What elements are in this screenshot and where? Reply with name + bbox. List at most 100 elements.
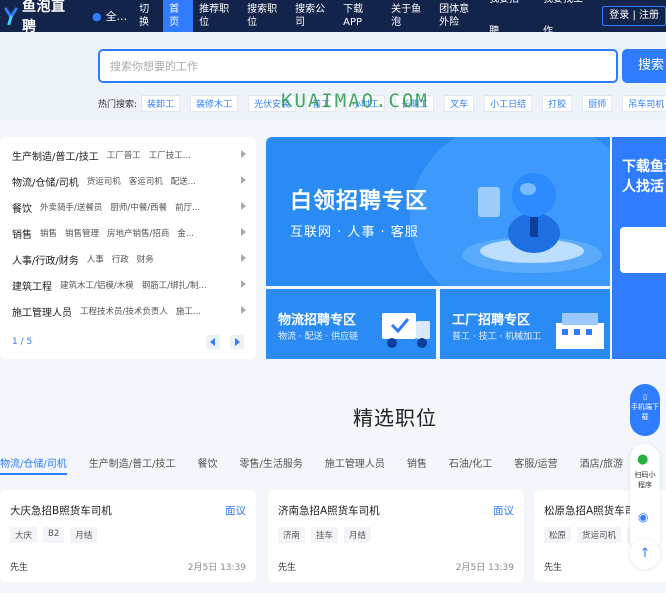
location-pin-icon: ● — [92, 9, 102, 23]
category-panel: 生产制造/普工/技工 工厂普工 工厂技工... 物流/仓储/司机 货运司机 客运… — [0, 137, 256, 359]
category-pager: 1 / 5 — [12, 337, 33, 347]
category-row[interactable]: 物流/仓储/司机 货运司机 客运司机 配送... — [12, 173, 248, 189]
tab-construction-mgmt[interactable]: 施工管理人员 — [325, 455, 385, 475]
tab-petrochemical[interactable]: 石油/化工 — [449, 455, 492, 475]
banner-big-title: 白领招聘专区 — [290, 189, 429, 214]
search-box — [98, 49, 618, 83]
category-sub[interactable]: 财务 — [137, 253, 154, 265]
phone-icon: ▯ — [643, 393, 647, 401]
category-sub[interactable]: 外卖骑手/送餐员 — [40, 201, 102, 213]
job-title: 大庆急招B照货车司机 — [10, 505, 112, 517]
hot-tag[interactable]: 吊车司机 — [622, 95, 666, 112]
tab-retail[interactable]: 零售/生活服务 — [240, 455, 303, 475]
banner-factory-title: 工厂招聘专区 — [452, 313, 531, 328]
nav-recommended-jobs[interactable]: 推荐职位 — [193, 0, 241, 32]
hot-tag[interactable]: 小工日结 — [484, 95, 533, 112]
nav-search-jobs[interactable]: 搜索职位 — [241, 0, 289, 32]
chevron-left-icon — [210, 338, 215, 346]
back-to-top-button[interactable]: ↑ — [630, 539, 660, 569]
category-main: 生产制造/普工/技工 — [12, 151, 99, 163]
category-sub[interactable]: 货运司机 — [87, 175, 121, 187]
chevron-right-icon — [241, 254, 246, 262]
mini-program-panel[interactable]: ● 扫码小程序 ◉ — [630, 444, 660, 554]
hot-tag[interactable]: 打胶 — [542, 95, 573, 112]
category-row[interactable]: 人事/行政/财务 人事 行政 财务 — [12, 251, 248, 267]
tab-sales[interactable]: 销售 — [407, 455, 427, 475]
category-sub[interactable]: 前厅... — [175, 201, 200, 213]
chevron-right-icon — [241, 280, 246, 288]
category-sub[interactable]: 客运司机 — [129, 175, 163, 187]
next-page-button[interactable] — [230, 335, 244, 349]
category-sub[interactable]: 厨师/中餐/西餐 — [110, 201, 167, 213]
category-main: 施工管理人员 — [12, 307, 72, 319]
nav-home[interactable]: 首页 — [163, 0, 194, 32]
category-sub[interactable]: 人事 — [87, 253, 104, 265]
category-sub[interactable]: 工厂技工... — [149, 149, 191, 161]
job-tag: 月结 — [70, 527, 98, 543]
category-row[interactable]: 销售 销售 销售管理 房地产销售/招商 金... — [12, 225, 248, 241]
banner-big-subtitle: 互联网 · 人事 · 客服 — [290, 225, 419, 240]
city-selector[interactable]: ● 全... — [92, 8, 127, 24]
hot-tag[interactable]: 厨师 — [582, 95, 613, 112]
customer-service-icon[interactable]: ◉ — [638, 510, 648, 524]
hot-searches-label: 热门搜索: — [98, 100, 138, 110]
category-sub[interactable]: 钢筋工/绑扎/制... — [142, 279, 207, 291]
nav-search-companies[interactable]: 搜索公司 — [289, 0, 337, 32]
job-category-tabs: 物流/仓储/司机 生产制造/普工/技工 餐饮 零售/生活服务 施工管理人员 销售… — [0, 455, 666, 475]
hot-tag[interactable]: 装卸工 — [141, 95, 181, 112]
logo[interactable]: 鱼泡直聘 — [0, 0, 78, 35]
job-tag: 货运司机 — [577, 527, 622, 543]
category-sub[interactable]: 金... — [177, 227, 194, 239]
section-title: 精选职位 — [353, 406, 437, 430]
logo-icon — [4, 7, 18, 25]
category-row[interactable]: 餐饮 外卖骑手/送餐员 厨师/中餐/西餐 前厅... — [12, 199, 248, 215]
banner-white-collar[interactable]: 白领招聘专区 互联网 · 人事 · 客服 — [266, 137, 610, 286]
city-label: 全... — [105, 10, 128, 23]
category-row[interactable]: 生产制造/普工/技工 工厂普工 工厂技工... — [12, 147, 248, 163]
category-row[interactable]: 施工管理人员 工程技术员/技术负责人 施工... — [12, 303, 248, 319]
category-sub[interactable]: 房地产销售/招商 — [107, 227, 169, 239]
nav-about[interactable]: 关于鱼泡 — [385, 0, 433, 32]
search-button[interactable]: 搜索 — [622, 49, 666, 83]
job-poster: 先生 — [278, 563, 297, 573]
category-sub[interactable]: 建筑木工/铝模/木模 — [60, 279, 134, 291]
category-sub[interactable]: 工程技术员/技术负责人 — [80, 305, 168, 317]
banner-logistics[interactable]: 物流招聘专区 物流 · 配送 · 供应链 — [266, 289, 436, 359]
banner-download[interactable]: 下载鱼泡 招人找活 — [612, 137, 666, 359]
tab-hotel-travel[interactable]: 酒店/旅游 — [580, 455, 623, 475]
search-input[interactable] — [100, 51, 616, 81]
nav-switch-city[interactable]: 切换 — [133, 0, 163, 32]
chevron-right-icon — [241, 202, 246, 210]
job-card[interactable]: 大庆急招B照货车司机 面议 大庆 B2 月结 先生 2月5日 13:39 — [0, 490, 256, 582]
category-main: 物流/仓储/司机 — [12, 177, 79, 189]
banner-download-title: 下载鱼泡 招人找活 — [622, 159, 666, 195]
hot-tag[interactable]: 装修木工 — [190, 95, 239, 112]
nav-group-insurance[interactable]: 团体意外险 — [433, 0, 481, 32]
category-sub[interactable]: 销售 — [40, 227, 57, 239]
job-tag: 松原 — [544, 527, 572, 543]
category-sub[interactable]: 销售管理 — [65, 227, 99, 239]
hot-tag[interactable]: 叉车 — [444, 95, 475, 112]
prev-page-button[interactable] — [206, 335, 220, 349]
job-time: 2月5日 13:39 — [455, 563, 514, 573]
banner-factory[interactable]: 工厂招聘专区 普工 · 技工 · 机械加工 — [440, 289, 610, 359]
mobile-download-button[interactable]: ▯ 手机端下载 — [630, 384, 660, 436]
category-sub[interactable]: 行政 — [112, 253, 129, 265]
job-tag: 大庆 — [10, 527, 38, 543]
category-row[interactable]: 建筑工程 建筑木工/铝模/木模 钢筋工/绑扎/制... — [12, 277, 248, 293]
job-card[interactable]: 济南急招A照货车司机 面议 济南 挂车 月结 先生 2月5日 13:39 — [268, 490, 524, 582]
tab-manufacturing[interactable]: 生产制造/普工/技工 — [89, 455, 176, 475]
category-main: 建筑工程 — [12, 281, 52, 293]
tab-customer-service[interactable]: 客服/运营 — [514, 455, 557, 475]
category-sub[interactable]: 施工... — [176, 305, 201, 317]
tab-logistics[interactable]: 物流/仓储/司机 — [0, 455, 67, 475]
nav-download-app[interactable]: 下载APP — [337, 0, 385, 32]
banner-factory-subtitle: 普工 · 技工 · 机械加工 — [452, 332, 542, 342]
chevron-right-icon — [241, 150, 246, 158]
category-sub[interactable]: 工厂普工 — [107, 149, 141, 161]
mini-program-label: 扫码小程序 — [634, 471, 656, 489]
login-button[interactable]: 登录 | 注册 — [602, 6, 666, 26]
category-sub[interactable]: 配送... — [171, 175, 196, 187]
tab-catering[interactable]: 餐饮 — [198, 455, 218, 475]
category-main: 餐饮 — [12, 203, 32, 215]
